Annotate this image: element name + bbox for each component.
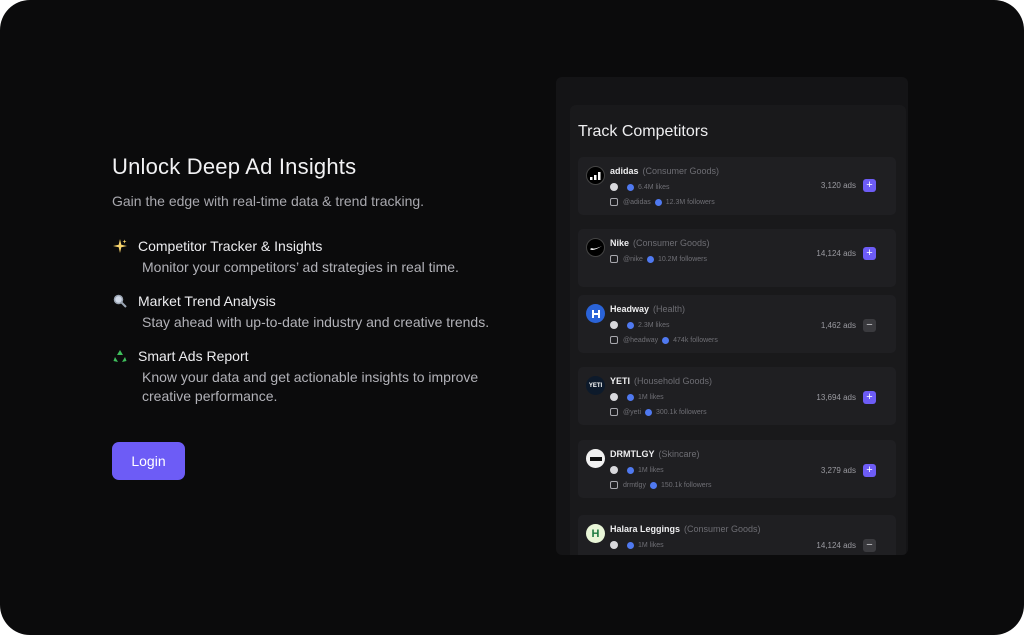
instagram-followers: 150.1k followers [660, 481, 712, 489]
instagram-icon [610, 198, 618, 206]
recycle-icon [112, 348, 128, 364]
verified-icon [627, 321, 634, 329]
facebook-likes: 1M likes [638, 393, 664, 401]
feature-item: Smart Ads Report Know your data and get … [112, 346, 532, 406]
verified-icon [627, 541, 634, 549]
competitor-category: (Consumer Goods) [642, 166, 720, 176]
instagram-handle: @yeti [623, 408, 641, 416]
verified-icon [645, 408, 652, 416]
competitor-card: YETI YETI (Household Goods) 1M likes @yet… [578, 367, 896, 425]
instagram-icon [610, 408, 618, 416]
ads-count: 3,279 ads [820, 466, 856, 475]
sparkles-icon [112, 238, 128, 254]
panel-title: Track Competitors [578, 123, 709, 140]
instagram-handle: drmtlgy [623, 481, 646, 489]
facebook-icon [610, 183, 618, 191]
competitor-category: (Household Goods) [634, 376, 713, 386]
instagram-icon [610, 255, 618, 263]
feature-title: Competitor Tracker & Insights [138, 238, 323, 254]
halara-logo-icon: H [586, 524, 605, 543]
facebook-icon [610, 393, 618, 401]
facebook-likes: 2.3M likes [638, 321, 670, 329]
instagram-followers: 10.2M followers [657, 255, 707, 263]
page-title: Unlock Deep Ad Insights [112, 154, 357, 179]
facebook-likes: 1M likes [638, 466, 664, 474]
competitor-card: DRMTLGY (Skincare) 1M likes drmtlgy 150.1k… [578, 440, 896, 498]
competitor-card: H Halara Leggings (Consumer Goods) 1M lik… [578, 515, 896, 555]
preview-panel: Track Competitors adidas (Consumer Goods)… [556, 77, 908, 555]
competitor-name: Halara Leggings [610, 524, 681, 534]
instagram-followers: 300.1k followers [656, 408, 707, 416]
instagram-icon [610, 481, 618, 489]
drmtlgy-logo-icon [586, 449, 605, 468]
remove-competitor-button[interactable]: − [863, 539, 876, 552]
page-subtitle: Gain the edge with real-time data & tren… [112, 193, 425, 209]
verified-icon [627, 466, 634, 474]
adidas-logo-icon [586, 166, 605, 185]
feature-title: Market Trend Analysis [138, 293, 276, 309]
feature-description: Stay ahead with up-to-date industry and … [142, 314, 490, 330]
verified-icon [649, 481, 657, 489]
ads-count: 3,120 ads [820, 181, 856, 190]
feature-item: Market Trend Analysis Stay ahead with up… [112, 291, 532, 332]
track-competitors-card: Track Competitors adidas (Consumer Goods)… [570, 105, 906, 555]
headway-logo-icon [586, 304, 605, 323]
competitor-category: (Consumer Goods) [684, 524, 761, 534]
hero-section: Unlock Deep Ad Insights Gain the edge wi… [112, 150, 532, 420]
add-competitor-button[interactable]: + [863, 391, 876, 404]
feature-description: Monitor your competitors’ ad strategies … [142, 259, 459, 275]
instagram-icon [610, 336, 618, 344]
competitor-name: adidas [610, 166, 639, 176]
feature-description: Know your data and get actionable insigh… [142, 369, 479, 404]
competitor-name: YETI [610, 376, 631, 386]
remove-competitor-button[interactable]: − [863, 319, 876, 332]
competitor-category: (Skincare) [658, 449, 700, 459]
magnifier-icon [112, 293, 128, 309]
facebook-icon [610, 321, 618, 329]
competitor-name: Headway [610, 304, 650, 314]
yeti-logo-icon: YETI [586, 376, 605, 395]
facebook-likes: 6.4M likes [638, 183, 670, 191]
feature-list: Competitor Tracker & Insights Monitor yo… [112, 236, 532, 406]
competitor-name: Nike [610, 238, 630, 248]
ads-count: 13,694 ads [816, 393, 856, 402]
login-button[interactable]: Login [112, 442, 185, 480]
verified-icon [662, 336, 670, 344]
add-competitor-button[interactable]: + [863, 247, 876, 260]
competitor-category: (Health) [653, 304, 686, 314]
feature-title: Smart Ads Report [138, 348, 249, 364]
nike-logo-icon [586, 238, 605, 257]
competitor-card: adidas (Consumer Goods) 6.4M likes @adida… [578, 157, 896, 215]
facebook-icon [610, 466, 618, 474]
competitor-card: Nike (Consumer Goods) @nike 10.2M follower… [578, 229, 896, 287]
competitor-category: (Consumer Goods) [633, 238, 710, 248]
verified-icon [627, 183, 634, 191]
facebook-likes: 1M likes [638, 541, 664, 549]
app-frame: Unlock Deep Ad Insights Gain the edge wi… [0, 0, 1024, 635]
verified-icon [627, 393, 634, 401]
verified-icon [646, 255, 654, 263]
instagram-followers: 474k followers [673, 336, 718, 344]
facebook-icon [610, 541, 618, 549]
feature-item: Competitor Tracker & Insights Monitor yo… [112, 236, 532, 277]
instagram-handle: @nike [623, 255, 643, 263]
instagram-handle: @headway [623, 336, 659, 344]
ads-count: 1,462 ads [820, 321, 856, 330]
add-competitor-button[interactable]: + [863, 464, 876, 477]
competitor-card: Headway (Health) 2.3M likes @headway 474k … [578, 295, 896, 353]
ads-count: 14,124 ads [816, 249, 856, 258]
add-competitor-button[interactable]: + [863, 179, 876, 192]
competitor-name: DRMTLGY [610, 449, 655, 459]
instagram-followers: 12.3M followers [665, 198, 715, 206]
verified-icon [654, 198, 662, 206]
instagram-handle: @adidas [623, 198, 651, 206]
ads-count: 14,124 ads [816, 541, 856, 550]
